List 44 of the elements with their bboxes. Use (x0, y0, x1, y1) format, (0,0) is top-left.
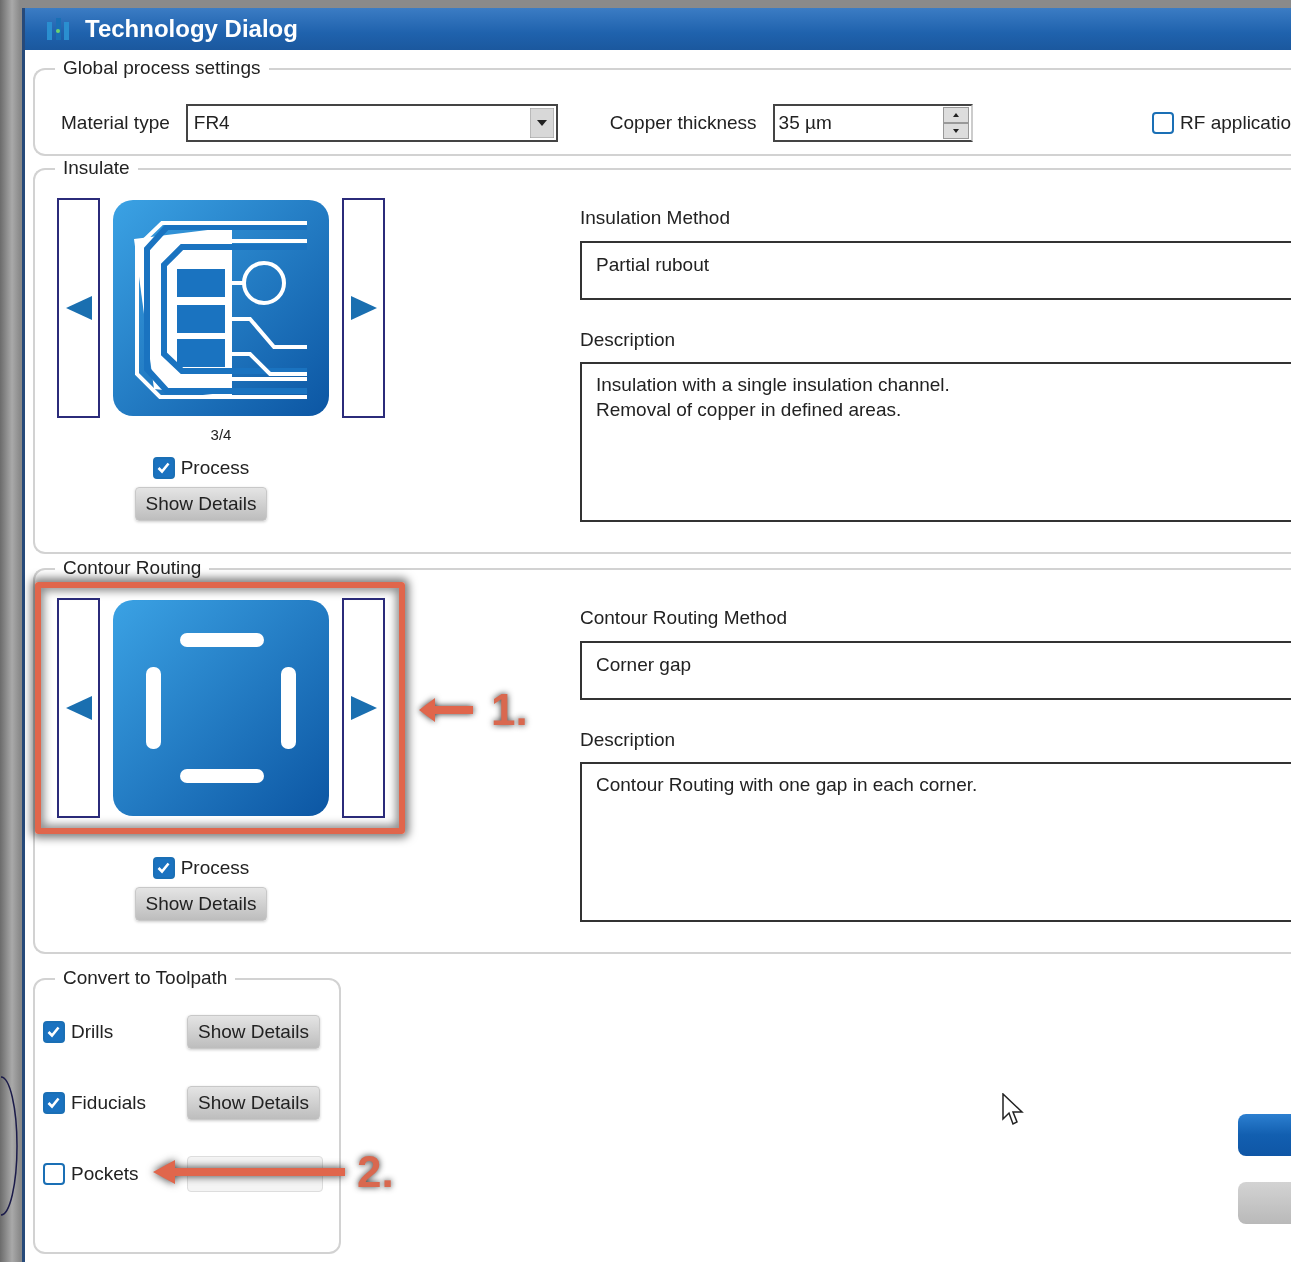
mouse-cursor-icon (1002, 1093, 1024, 1127)
show-details-button[interactable]: Show Details (134, 886, 268, 921)
left-arrow-icon (64, 694, 93, 722)
checkbox[interactable] (152, 857, 175, 880)
field-label: Contour Routing Method (580, 606, 788, 630)
method-field[interactable]: Corner gap (580, 640, 1291, 700)
checkbox[interactable] (43, 1092, 65, 1114)
field-label: Copper thickness (609, 110, 757, 135)
show-details-button[interactable]: Show Details (134, 486, 268, 521)
left-arrow-icon (64, 294, 93, 322)
field-label: Description (580, 727, 677, 752)
show-details-button[interactable]: Show Details (187, 1086, 320, 1120)
description-field[interactable]: Contour Routing with one gap in each corner. (580, 762, 1291, 922)
right-arrow-icon (349, 694, 378, 722)
checkbox[interactable] (1152, 112, 1175, 134)
material-dropdown[interactable]: FR4 (185, 104, 558, 142)
checkbox-label: Pockets (71, 1161, 139, 1186)
next-button[interactable] (342, 598, 385, 818)
right-arrow-icon (349, 294, 378, 322)
copper-spinbox[interactable]: 35 µm (772, 104, 973, 142)
field-label: Material type (61, 110, 170, 135)
checkbox[interactable] (152, 457, 175, 480)
window-title: Technology Dialog (85, 14, 298, 44)
checkbox-label: Process (180, 456, 250, 480)
field-label: Insulation Method (580, 206, 731, 230)
show-details-button[interactable]: Show Details (187, 1015, 320, 1049)
callout-number: 1. (491, 688, 528, 732)
app-icon (45, 16, 71, 42)
checkbox[interactable] (43, 1163, 65, 1185)
checkbox-label: Fiducials (71, 1090, 146, 1115)
callout-number: 2. (357, 1150, 394, 1194)
spin-arrows-icon (942, 107, 969, 139)
checkbox-label: Drills (71, 1019, 114, 1044)
next-button[interactable] (342, 198, 385, 418)
checkbox[interactable] (43, 1021, 65, 1043)
previous-button[interactable] (57, 198, 100, 418)
checkbox-label: Process (180, 856, 250, 880)
field-label: Description (580, 327, 677, 352)
page-counter: 3/4 (210, 425, 232, 445)
checkbox-label: RF applicatio (1180, 110, 1291, 135)
previous-button[interactable] (57, 598, 100, 818)
method-field[interactable]: Partial rubout (580, 240, 1291, 300)
description-field[interactable]: Insulation with a single insulation channel. Removal of copper in defined areas. (580, 362, 1291, 522)
caret-icon (529, 108, 554, 138)
